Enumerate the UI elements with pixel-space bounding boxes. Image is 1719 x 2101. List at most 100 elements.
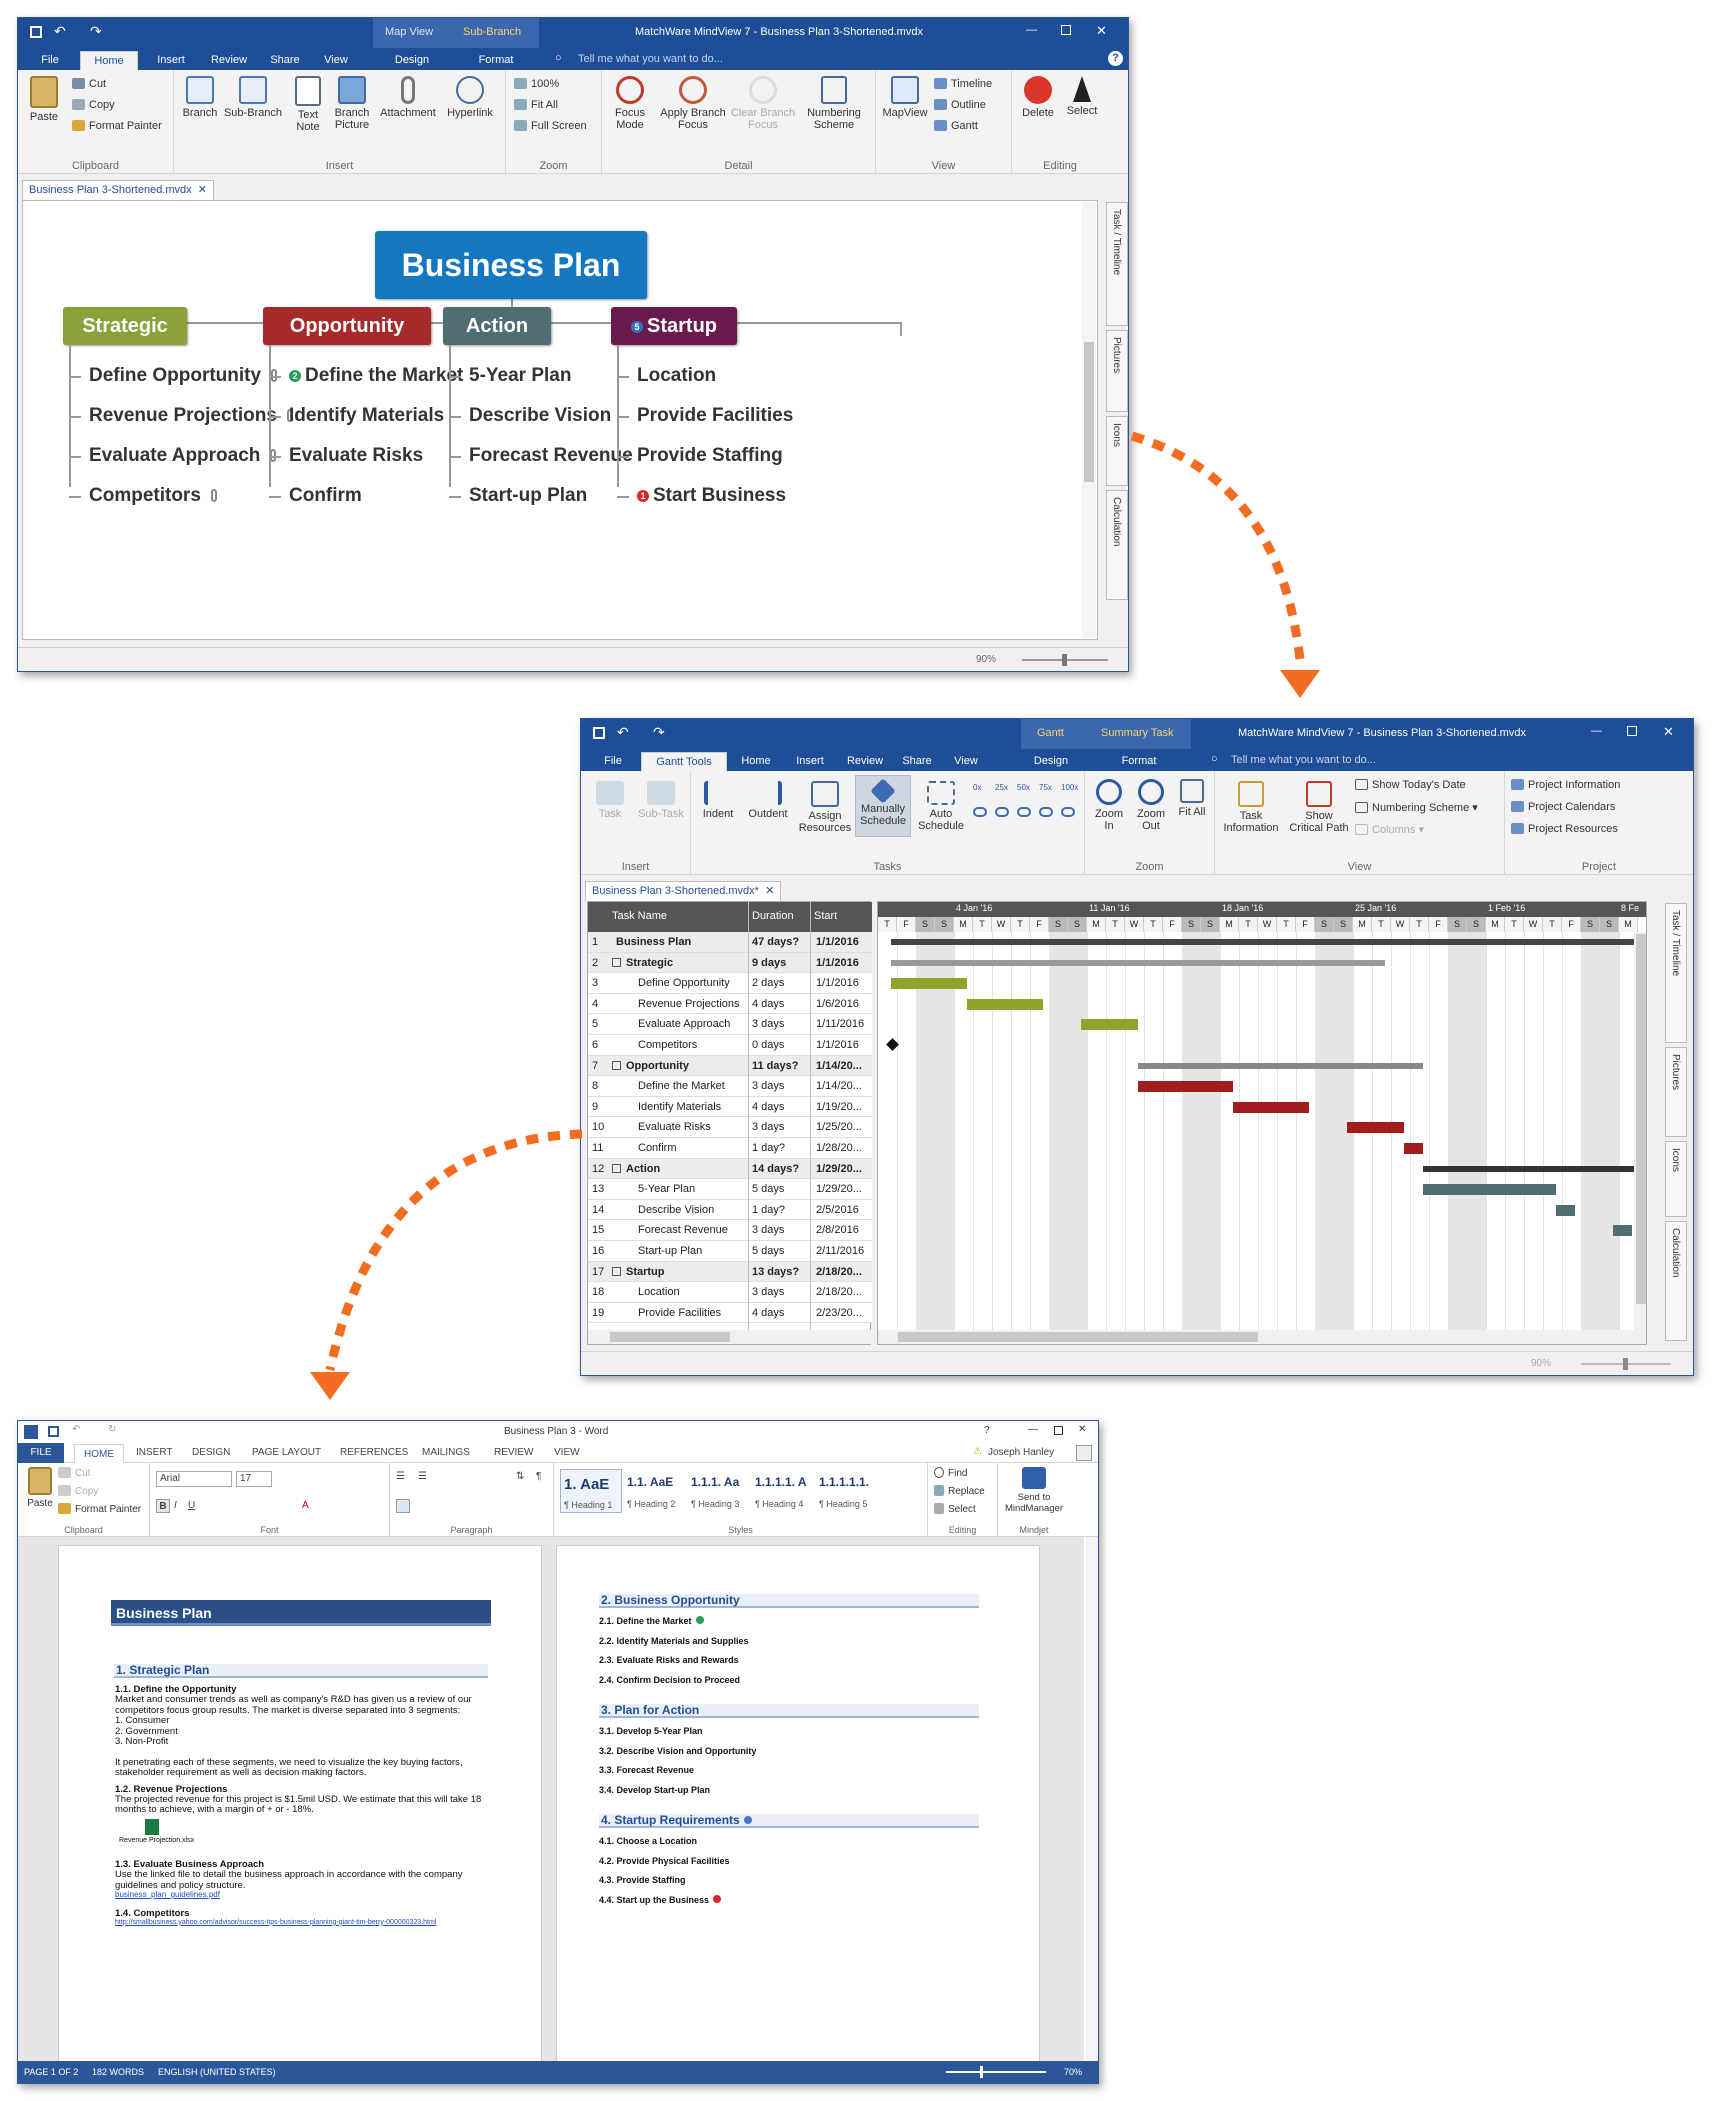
avatar[interactable] [1076,1445,1092,1461]
redo-icon[interactable]: ↷ [90,23,102,40]
close-icon[interactable]: ✕ [1096,23,1107,39]
vertical-scrollbar[interactable] [1086,1537,1098,2063]
sub-branch-node[interactable]: Identify Materials [289,405,444,427]
tab-share[interactable]: Share [262,51,308,70]
side-panel-pictures[interactable]: Pictures [1106,330,1128,412]
timeline-button[interactable]: Timeline [934,78,992,90]
sub-branch-node[interactable]: Confirm [289,485,362,507]
select-button[interactable]: Select [934,1503,976,1515]
sub-branch-node[interactable]: Competitors [89,485,217,507]
side-panel-task-timeline[interactable]: Task / Timeline [1665,903,1687,1043]
task-bar[interactable] [1423,1184,1557,1196]
sub-branch-node[interactable]: Evaluate Risks [289,445,423,467]
summary-bar[interactable] [891,939,1646,945]
maximize-icon[interactable] [1061,25,1071,35]
zoom-slider[interactable] [1581,1358,1671,1370]
cut-button[interactable]: Cut [72,78,106,90]
document-tab[interactable]: Business Plan 3-Shortened.mvdx ✕ [22,180,214,200]
summary-bar[interactable] [1138,1062,1424,1069]
pilcrow-icon[interactable]: ¶ [536,1471,541,1482]
tab-file[interactable]: File [595,752,631,771]
sub-branch-node[interactable]: Start-up Plan [469,485,587,507]
side-panel-icons[interactable]: Icons [1665,1141,1687,1217]
tab-home[interactable]: Home [80,51,138,70]
task-bar[interactable] [891,978,968,990]
sub-branch-node[interactable]: Define Opportunity [89,365,278,387]
link-task-icon[interactable] [1061,807,1075,817]
link-task-icon[interactable] [995,807,1009,817]
format-painter-button[interactable]: Format Painter [58,1503,141,1515]
collapse-icon[interactable] [612,1266,621,1276]
gantt-button[interactable]: Gantt [934,120,978,132]
zoom-in-button[interactable]: Zoom In [1089,779,1129,832]
percent-complete-25x-button[interactable]: 25x [995,783,1008,792]
clear-branch-focus-button[interactable]: Clear Branch Focus [730,76,796,131]
language[interactable]: ENGLISH (UNITED STATES) [158,2067,276,2077]
copy-button[interactable]: Copy [72,99,115,111]
select-button[interactable]: Select [1062,76,1102,117]
tab-references[interactable]: REFERENCES [340,1447,408,1458]
paste-button[interactable]: Paste [26,76,62,123]
zoom-100-button[interactable]: 100% [514,78,559,90]
branch-node-strategic[interactable]: Strategic [63,307,187,345]
undo-icon[interactable]: ↶ [72,1424,80,1435]
tab-file[interactable]: FILE [18,1443,64,1463]
style-heading-5[interactable]: 1.1.1.1.1. ¶ Heading 5 [816,1469,878,1513]
fit-all-button[interactable]: Fit All [1173,779,1211,818]
scroll-thumb[interactable] [1636,934,1646,1304]
root-node[interactable]: Business Plan [375,231,647,299]
zoom-slider-thumb[interactable] [1623,1358,1628,1370]
link-task-icon[interactable] [973,807,987,817]
bold-button[interactable]: B [156,1499,170,1513]
redo-icon[interactable]: ↻ [108,1424,116,1435]
tab-close-icon[interactable]: ✕ [765,885,774,897]
task-bar[interactable] [1347,1122,1405,1134]
apply-branch-focus-button[interactable]: Apply Branch Focus [658,76,728,131]
hyperlink-button[interactable]: Hyperlink [442,76,498,119]
branch-picture-button[interactable]: Branch Picture [332,76,372,131]
document-tab[interactable]: Business Plan 3-Shortened.mvdx* ✕ [585,881,782,901]
format-painter-button[interactable]: Format Painter [72,120,162,132]
close-icon[interactable]: ✕ [1078,1424,1086,1435]
tab-design[interactable]: DESIGN [192,1447,230,1458]
sub-branch-node[interactable]: 1 Start Business [637,485,786,507]
task-bar[interactable] [1613,1225,1633,1237]
italic-button[interactable]: I [174,1500,177,1511]
collapse-icon[interactable] [612,957,621,967]
zoom-level[interactable]: 70% [1064,2067,1082,2077]
full-screen-button[interactable]: Full Screen [514,120,587,132]
indent-button[interactable]: Indent [695,781,741,820]
task-button[interactable]: Task [587,781,633,820]
tab-format[interactable]: Format [1109,752,1169,771]
sub-branch-node[interactable]: Evaluate Approach [89,445,277,467]
manually-schedule-button[interactable]: Manually Schedule [855,775,911,837]
show-today-button[interactable]: Show Today's Date [1355,779,1466,791]
tab-insert[interactable]: Insert [785,752,835,771]
tab-view[interactable]: View [945,752,987,771]
percent-complete-100x-button[interactable]: 100x [1061,783,1078,792]
tab-view[interactable]: VIEW [554,1447,580,1458]
scroll-thumb[interactable] [1084,342,1094,482]
sub-branch-node[interactable]: 2 Define the Market [289,365,463,387]
numbering-icon[interactable]: ☰ [418,1471,427,1482]
column-header-start[interactable]: Start [814,910,837,922]
summary-bar[interactable] [1423,1165,1646,1172]
style-heading-2[interactable]: 1.1. AaE ¶ Heading 2 [624,1469,686,1513]
maximize-icon[interactable] [1627,726,1637,736]
outline-button[interactable]: Outline [934,99,986,111]
tab-review[interactable]: REVIEW [494,1447,533,1458]
close-icon[interactable]: ✕ [1663,724,1674,740]
branch-node-action[interactable]: Action [443,307,551,345]
word-count[interactable]: 182 WORDS [92,2067,144,2077]
underline-button[interactable]: U [188,1500,195,1511]
collapse-icon[interactable] [612,1060,621,1070]
tab-mailings[interactable]: MAILINGS [422,1447,470,1458]
branch-node-startup[interactable]: 5 Startup [611,307,737,345]
page-count[interactable]: PAGE 1 OF 2 [24,2067,78,2077]
task-bar[interactable] [967,998,1044,1010]
project-calendars-button[interactable]: Project Calendars [1511,801,1615,813]
side-panel-calculation[interactable]: Calculation [1665,1221,1687,1341]
attachment-button[interactable]: Attachment [378,76,438,119]
style-heading-3[interactable]: 1.1.1. Aa ¶ Heading 3 [688,1469,750,1513]
side-panel-task-timeline[interactable]: Task / Timeline [1106,202,1128,326]
